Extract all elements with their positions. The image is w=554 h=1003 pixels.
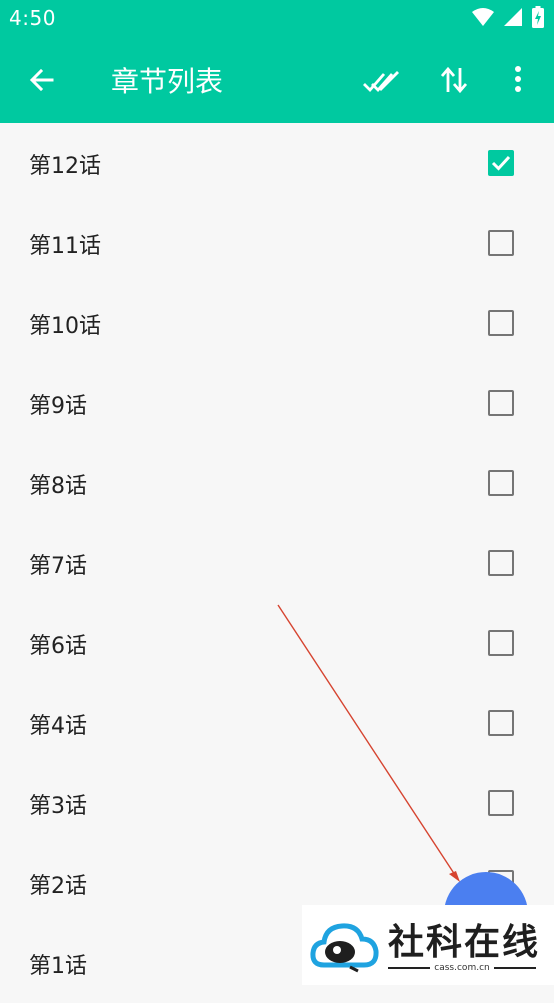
chapter-row[interactable]: 第3话 [0,763,554,843]
chapter-row[interactable]: 第6话 [0,603,554,683]
chapter-label: 第8话 [29,474,87,499]
watermark-text: 社科在线 [388,922,541,963]
chapter-row[interactable]: 第10话 [0,283,554,363]
select-all-icon[interactable] [362,64,399,96]
chapter-label: 第11话 [29,234,101,259]
watermark-divider-right [494,967,536,969]
checkbox[interactable] [488,550,514,576]
chapter-row[interactable]: 第8话 [0,443,554,523]
chapter-label: 第12话 [29,154,101,179]
chapter-row[interactable]: 第7话 [0,523,554,603]
chapter-label: 第2话 [29,874,87,899]
chapter-label: 第3话 [29,794,87,819]
chapter-row[interactable]: 第9话 [0,363,554,443]
chapter-row[interactable]: 第11话 [0,203,554,283]
back-arrow-icon[interactable] [26,64,58,96]
checkbox-checked[interactable] [488,150,514,176]
chapter-row[interactable]: 第12话 [0,123,554,203]
app-bar: 章节列表 [0,38,554,123]
checkbox[interactable] [488,390,514,416]
signal-icon [504,8,522,30]
chapter-label: 第1话 [29,954,87,979]
chapter-row[interactable]: 第4话 [0,683,554,763]
checkbox[interactable] [488,310,514,336]
chapter-label: 第9话 [29,394,87,419]
chapter-list: 第12话第11话第10话第9话第8话第7话第6话第4话第3话第2话第1话 [0,123,554,1003]
status-time: 4:50 [9,6,56,30]
checkbox[interactable] [488,630,514,656]
battery-charging-icon [532,6,544,32]
checkbox[interactable] [488,790,514,816]
chapter-label: 第6话 [29,634,87,659]
cloud-eye-logo-icon [310,919,380,979]
checkbox[interactable] [488,710,514,736]
status-bar: 4:50 [0,0,554,38]
status-icons [472,6,544,32]
wifi-icon [472,8,494,30]
page-title: 章节列表 [111,65,224,98]
chapter-label: 第4话 [29,714,87,739]
chapter-label: 第7话 [29,554,87,579]
watermark: 社科在线 cass.com.cn [302,905,554,985]
checkbox[interactable] [488,230,514,256]
more-vert-icon[interactable] [508,64,528,96]
chapter-label: 第10话 [29,314,101,339]
checkbox[interactable] [488,470,514,496]
sort-icon[interactable] [437,64,473,96]
